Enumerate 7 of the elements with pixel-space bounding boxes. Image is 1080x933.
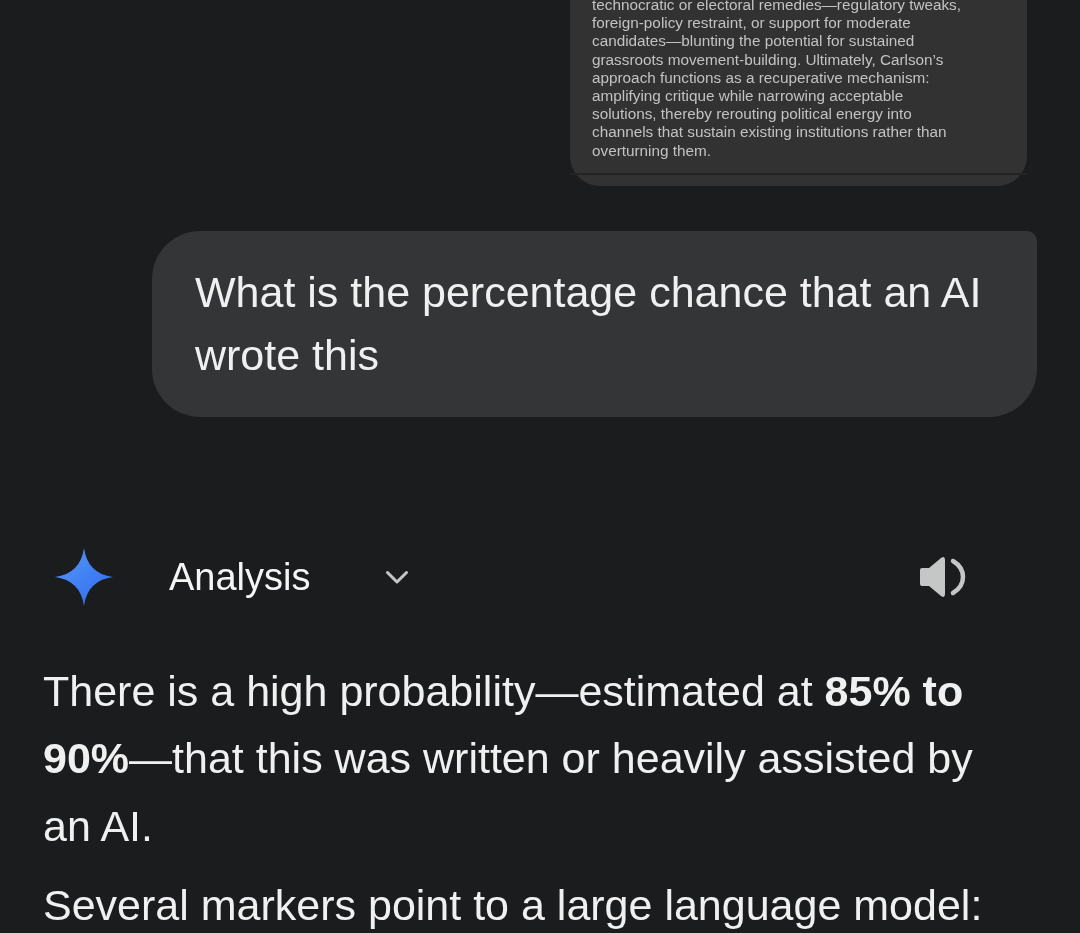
user-message-text: What is the percentage chance that an AI wrote this (195, 266, 983, 381)
response-paragraph: Several markers point to a large language model: (43, 880, 984, 932)
analysis-toggle[interactable]: Analysis (169, 547, 409, 606)
sparkle-icon (55, 547, 113, 606)
response-paragraph: There is a high probability—estimated at 85% to 90%—that this was written or heavily assisted by an AI. (43, 665, 974, 852)
speaker-icon (918, 554, 967, 599)
read-aloud-button[interactable] (918, 554, 967, 599)
